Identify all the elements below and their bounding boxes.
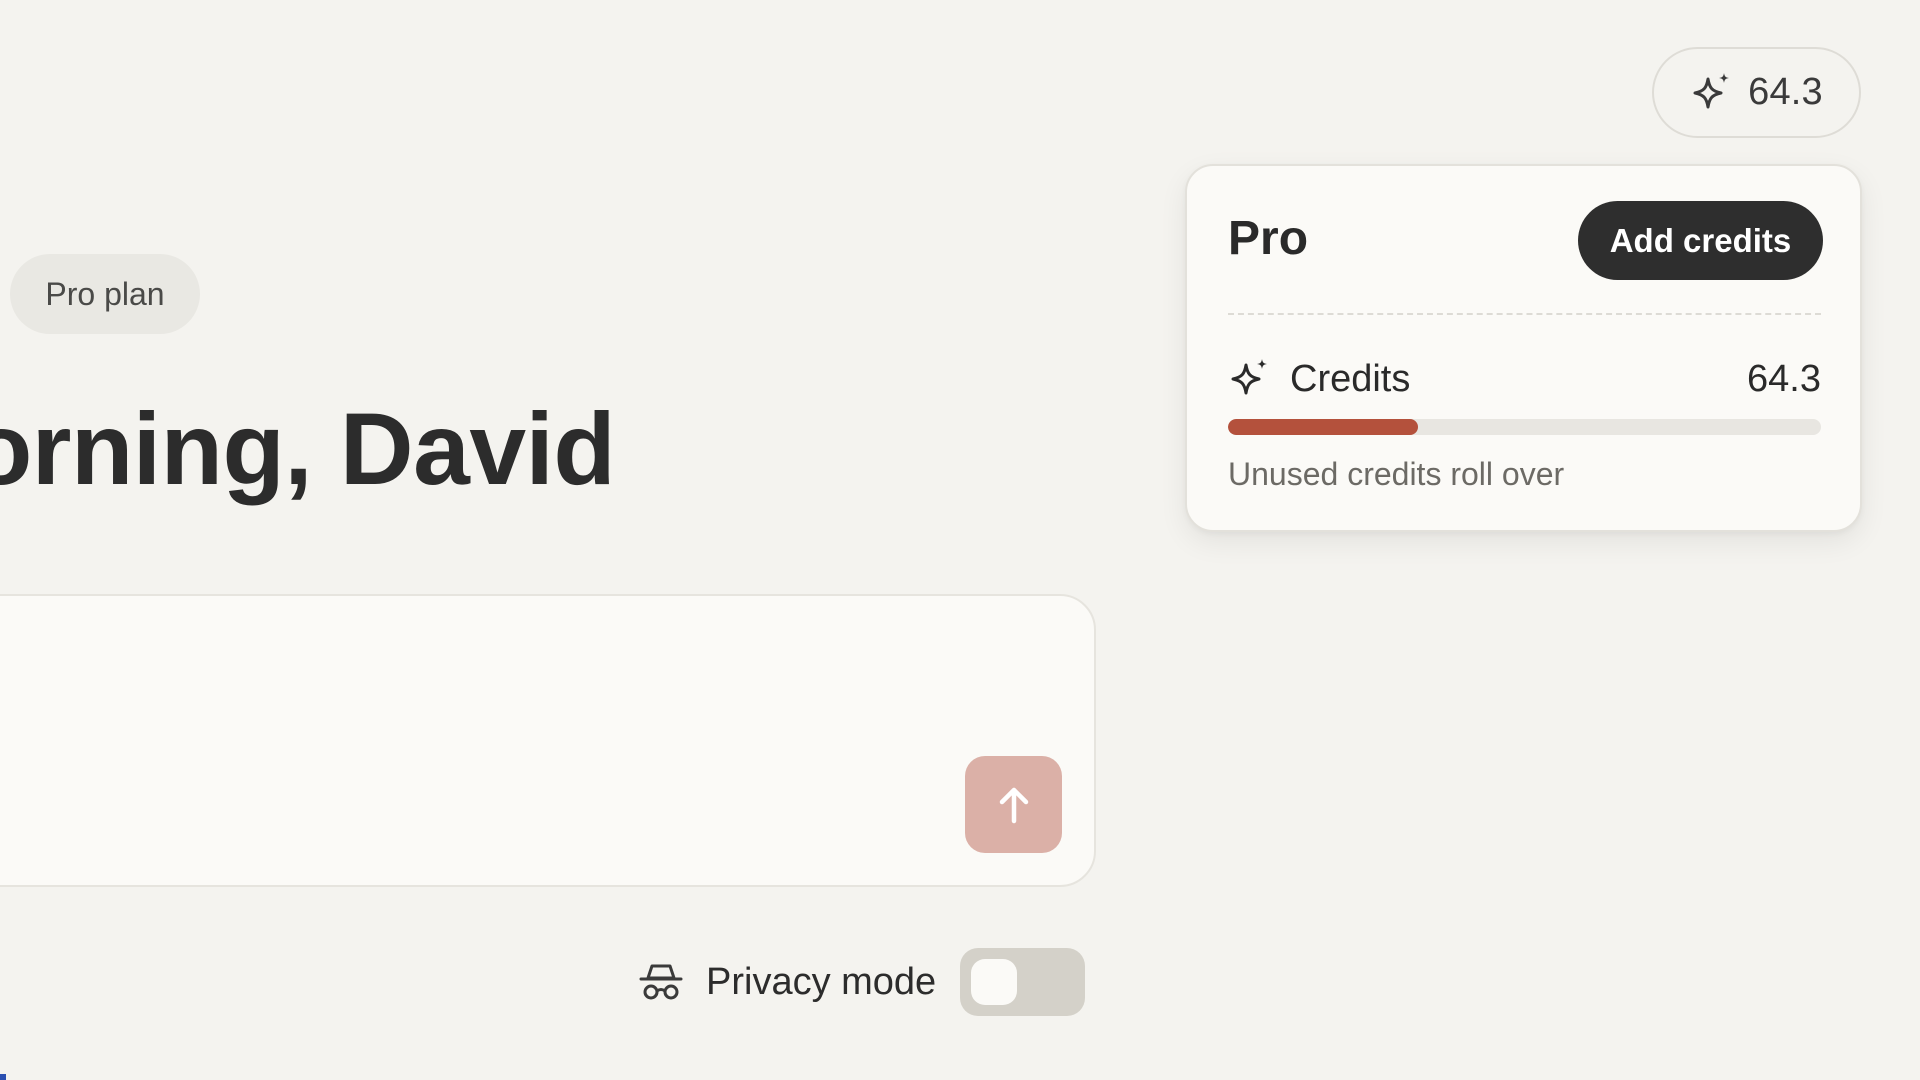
plan-title: Pro bbox=[1228, 212, 1309, 265]
credits-value: 64.3 bbox=[1747, 357, 1821, 400]
credits-pill-button[interactable]: 64.3 bbox=[1652, 47, 1861, 138]
page: 64.3 Pro Add credits Credits 64.3 Unused… bbox=[0, 0, 1920, 1080]
credits-pill-value: 64.3 bbox=[1748, 71, 1823, 113]
arrow-up-icon bbox=[992, 783, 1036, 827]
toggle-knob bbox=[971, 959, 1018, 1005]
credits-label: Credits bbox=[1290, 357, 1411, 400]
prompt-box bbox=[0, 594, 1096, 887]
sparkle-icon bbox=[1228, 357, 1272, 401]
greeting-heading: orning, David bbox=[0, 392, 616, 506]
plan-popover: Pro Add credits Credits 64.3 Unused cred… bbox=[1185, 164, 1862, 532]
sparkle-icon bbox=[1690, 71, 1734, 115]
privacy-mode-toggle[interactable] bbox=[960, 948, 1086, 1016]
credits-row: Credits 64.3 bbox=[1228, 354, 1821, 404]
privacy-mode-row: Privacy mode bbox=[638, 947, 1086, 1017]
credits-progress-bar bbox=[1228, 419, 1821, 435]
send-button[interactable] bbox=[965, 756, 1062, 853]
privacy-mode-label: Privacy mode bbox=[706, 960, 937, 1003]
incognito-icon bbox=[638, 962, 684, 1002]
plan-badge[interactable]: Pro plan bbox=[10, 254, 200, 334]
window-corner-accent bbox=[0, 1074, 6, 1080]
credits-progress-fill bbox=[1228, 419, 1418, 435]
add-credits-button[interactable]: Add credits bbox=[1578, 201, 1823, 280]
prompt-input[interactable] bbox=[2, 616, 886, 820]
divider bbox=[1228, 313, 1821, 315]
rollover-note: Unused credits roll over bbox=[1228, 456, 1565, 492]
